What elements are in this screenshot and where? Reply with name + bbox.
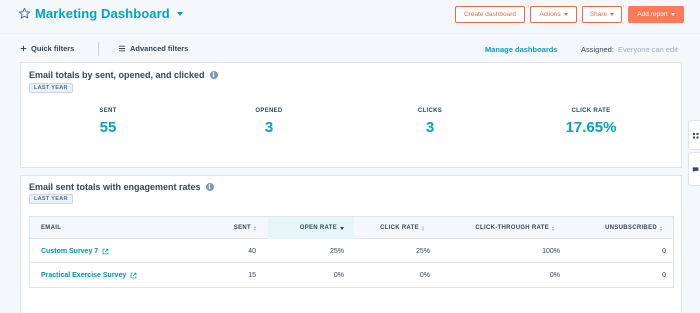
kpi-click-rate: CLICK RATE 17.65%	[516, 108, 666, 136]
share-button[interactable]: Share	[582, 6, 622, 23]
cell-click-through-rate: 100%	[542, 247, 560, 255]
kpi-value: 3	[425, 119, 435, 136]
side-panel-tab[interactable]	[688, 120, 700, 150]
card-title-group: Email totals by sent, opened, and clicke…	[29, 70, 218, 80]
advanced-filters-label: Advanced filters	[130, 44, 189, 53]
kpi-value: 55	[99, 119, 117, 136]
cell-sent: 15	[248, 271, 256, 279]
sort-icon	[254, 225, 256, 231]
kpi-label: CLICK RATE	[571, 108, 611, 114]
table-row: Custom Survey 7 40 25% 25% 100% 0	[30, 239, 673, 263]
engagement-rates-card: Email sent totals with engagement rates …	[20, 175, 682, 313]
create-dashboard-button[interactable]: Create dashboard	[455, 6, 525, 23]
header-divider	[0, 33, 700, 34]
column-open-rate[interactable]: OPEN RATE	[268, 217, 354, 239]
info-icon[interactable]: i	[205, 183, 214, 191]
date-range-tag: LAST YEAR	[29, 83, 73, 93]
advanced-filters-button[interactable]: Advanced filters	[118, 44, 188, 53]
plus-icon	[20, 45, 27, 52]
assigned-label: Assigned:	[581, 45, 614, 54]
table-row: Practical Exercise Survey 15 0% 0% 0% 0	[30, 263, 673, 287]
chevron-down-icon	[563, 13, 568, 16]
add-report-label: Add report	[637, 11, 668, 18]
column-label: UNSUBSCRIBED	[605, 225, 657, 231]
dashboard-title-group[interactable]: Marketing Dashboard	[18, 6, 183, 21]
column-label: SENT	[233, 225, 251, 231]
sort-icon	[422, 225, 424, 231]
card-title: Email totals by sent, opened, and clicke…	[29, 70, 205, 80]
column-label: OPEN RATE	[299, 225, 337, 231]
column-label: EMAIL	[41, 225, 62, 231]
email-link[interactable]: Practical Exercise Survey	[41, 263, 137, 287]
date-range-tag: LAST YEAR	[29, 194, 73, 204]
cell-unsubscribed: 0	[662, 271, 666, 279]
filter-lines-icon	[118, 45, 126, 52]
card-title: Email sent totals with engagement rates	[29, 182, 201, 192]
share-label: Share	[589, 11, 608, 18]
actions-label: Actions	[539, 11, 561, 18]
cell-click-rate: 25%	[415, 247, 430, 255]
cell-click-through-rate: 0%	[549, 271, 560, 279]
cell-click-rate: 0%	[419, 271, 430, 279]
filters-bar: Quick filters Advanced filters Manage da…	[0, 40, 700, 60]
column-label: CLICK RATE	[380, 225, 419, 231]
chevron-down-icon	[670, 13, 675, 16]
column-click-through-rate[interactable]: CLICK-THROUGH RATE	[436, 217, 566, 239]
dashboard-title[interactable]: Marketing Dashboard	[35, 6, 170, 21]
kpi-label: CLICKS	[417, 108, 443, 114]
top-bar: Marketing Dashboard Create dashboard Act…	[0, 0, 700, 33]
cell-open-rate: 0%	[333, 271, 344, 279]
sort-descending-icon	[340, 226, 344, 230]
grid-icon	[693, 133, 699, 139]
column-unsubscribed[interactable]: UNSUBSCRIBED	[566, 217, 674, 239]
assigned-value[interactable]: Everyone can edit	[618, 45, 678, 54]
actions-button[interactable]: Actions	[530, 6, 577, 23]
column-email[interactable]: EMAIL	[41, 217, 121, 239]
table-header: EMAIL SENT OPEN RATE CLICK RATE CLICK-TH…	[30, 217, 673, 239]
column-click-rate[interactable]: CLICK RATE	[354, 217, 436, 239]
kpi-clicks: CLICKS 3	[355, 108, 505, 136]
external-link-icon	[130, 272, 137, 278]
email-totals-card: Email totals by sent, opened, and clicke…	[20, 62, 682, 168]
quick-filters-button[interactable]: Quick filters	[20, 44, 74, 53]
email-name: Custom Survey 7	[41, 247, 99, 255]
cell-sent: 40	[248, 247, 256, 255]
chevron-down-icon	[610, 13, 615, 16]
manage-dashboards-link[interactable]: Manage dashboards	[485, 45, 558, 54]
column-sent[interactable]: SENT	[190, 217, 268, 239]
cell-open-rate: 25%	[329, 247, 344, 255]
column-label: CLICK-THROUGH RATE	[475, 225, 549, 231]
card-title-group: Email sent totals with engagement rates …	[29, 182, 214, 192]
filters-divider	[98, 42, 99, 56]
chat-icon	[692, 167, 699, 173]
side-panel-tab[interactable]	[688, 152, 700, 186]
sort-icon	[552, 225, 554, 231]
create-dashboard-label: Create dashboard	[463, 11, 517, 18]
kpi-opened: OPENED 3	[194, 108, 344, 136]
engagement-table: EMAIL SENT OPEN RATE CLICK RATE CLICK-TH…	[29, 216, 674, 288]
quick-filters-label: Quick filters	[31, 44, 75, 53]
email-name: Practical Exercise Survey	[41, 271, 127, 279]
email-link[interactable]: Custom Survey 7	[41, 239, 109, 263]
cell-unsubscribed: 0	[662, 247, 666, 255]
kpi-label: SENT	[99, 108, 117, 114]
add-report-button[interactable]: Add report	[628, 6, 684, 23]
chevron-down-icon[interactable]	[176, 12, 183, 16]
star-icon[interactable]	[18, 7, 31, 20]
sort-icon	[660, 225, 662, 231]
kpi-value: 3	[264, 119, 274, 136]
info-icon[interactable]: i	[209, 71, 218, 79]
kpi-label: OPENED	[255, 108, 283, 114]
assigned-info: Assigned: Everyone can edit	[581, 45, 678, 54]
kpi-value: 17.65%	[565, 119, 617, 136]
kpi-sent: SENT 55	[33, 108, 183, 136]
external-link-icon	[102, 248, 109, 254]
